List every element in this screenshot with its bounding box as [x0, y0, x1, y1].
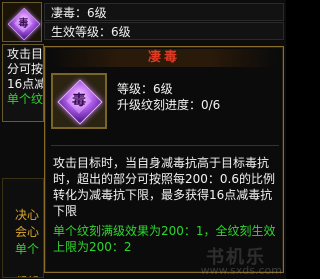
skill-list-item[interactable]: 会心 [15, 224, 43, 241]
skill-tooltip: 凄毒 毒 等级：6级 升级纹刻进度：0/6 攻击目标时，当自身减毒抗高于目标毒抗… [44, 46, 284, 273]
engrave-progress: 升级纹刻进度：0/6 [117, 98, 221, 112]
poison-gem-icon: 毒 [7, 7, 41, 41]
watermark-url: www.sxds.com [200, 264, 282, 277]
skill-description: 攻击目标时，当自身减毒抗高于目标毒抗时，超出的部分可按照每200：0.6的比例转… [53, 156, 275, 218]
skill-list-item: 单个 [15, 242, 40, 256]
poison-gem-icon: 毒 [57, 79, 103, 125]
desc-line: 分可按 [7, 62, 44, 76]
skill-icon-slot[interactable]: 毒 [2, 2, 42, 42]
skill-list-partial: 决心 会心 单个 凝望 [2, 178, 44, 278]
skill-effective-level-row: 生效等级：6级 [44, 22, 284, 40]
desc-line: 攻击目 [7, 47, 44, 61]
skill-description-partial: 攻击目 分可按 16点减 单个纹 [2, 44, 44, 122]
desc-line: 16点减 [7, 77, 44, 91]
skill-list-item[interactable]: 凝望 [15, 274, 43, 277]
desc-line-bonus: 单个纹 [7, 92, 44, 106]
tooltip-title: 凄毒 [147, 50, 180, 65]
skill-name-row: 凄毒：6级 [44, 3, 284, 21]
skill-list-item[interactable]: 决心 [15, 207, 43, 224]
tooltip-icon-slot: 毒 [51, 73, 107, 129]
skill-level: 等级：6级 [117, 82, 173, 96]
divider [51, 145, 279, 146]
